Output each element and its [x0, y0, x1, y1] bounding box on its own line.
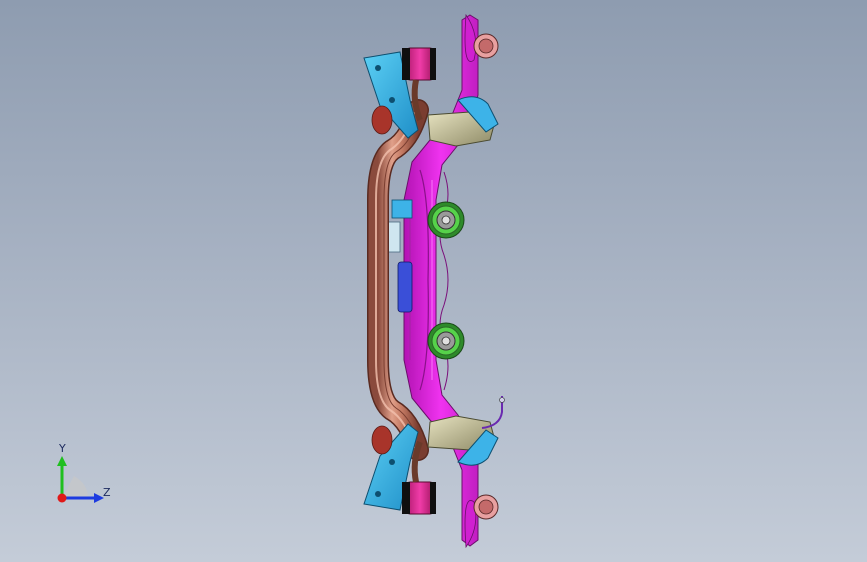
subframe-3d-model[interactable] [0, 0, 867, 562]
x-axis-dot [57, 493, 67, 503]
engine-mount-upper[interactable] [427, 201, 465, 239]
triad-plane-icon [62, 476, 88, 498]
coordinate-triad: Y Z [48, 440, 118, 510]
y-axis-arrowhead [57, 456, 67, 466]
graphics-viewport[interactable]: Y Z [0, 0, 867, 562]
engine-mount-lower[interactable] [427, 322, 465, 360]
y-axis-label: Y [59, 442, 66, 455]
z-axis-label: Z [103, 486, 111, 499]
